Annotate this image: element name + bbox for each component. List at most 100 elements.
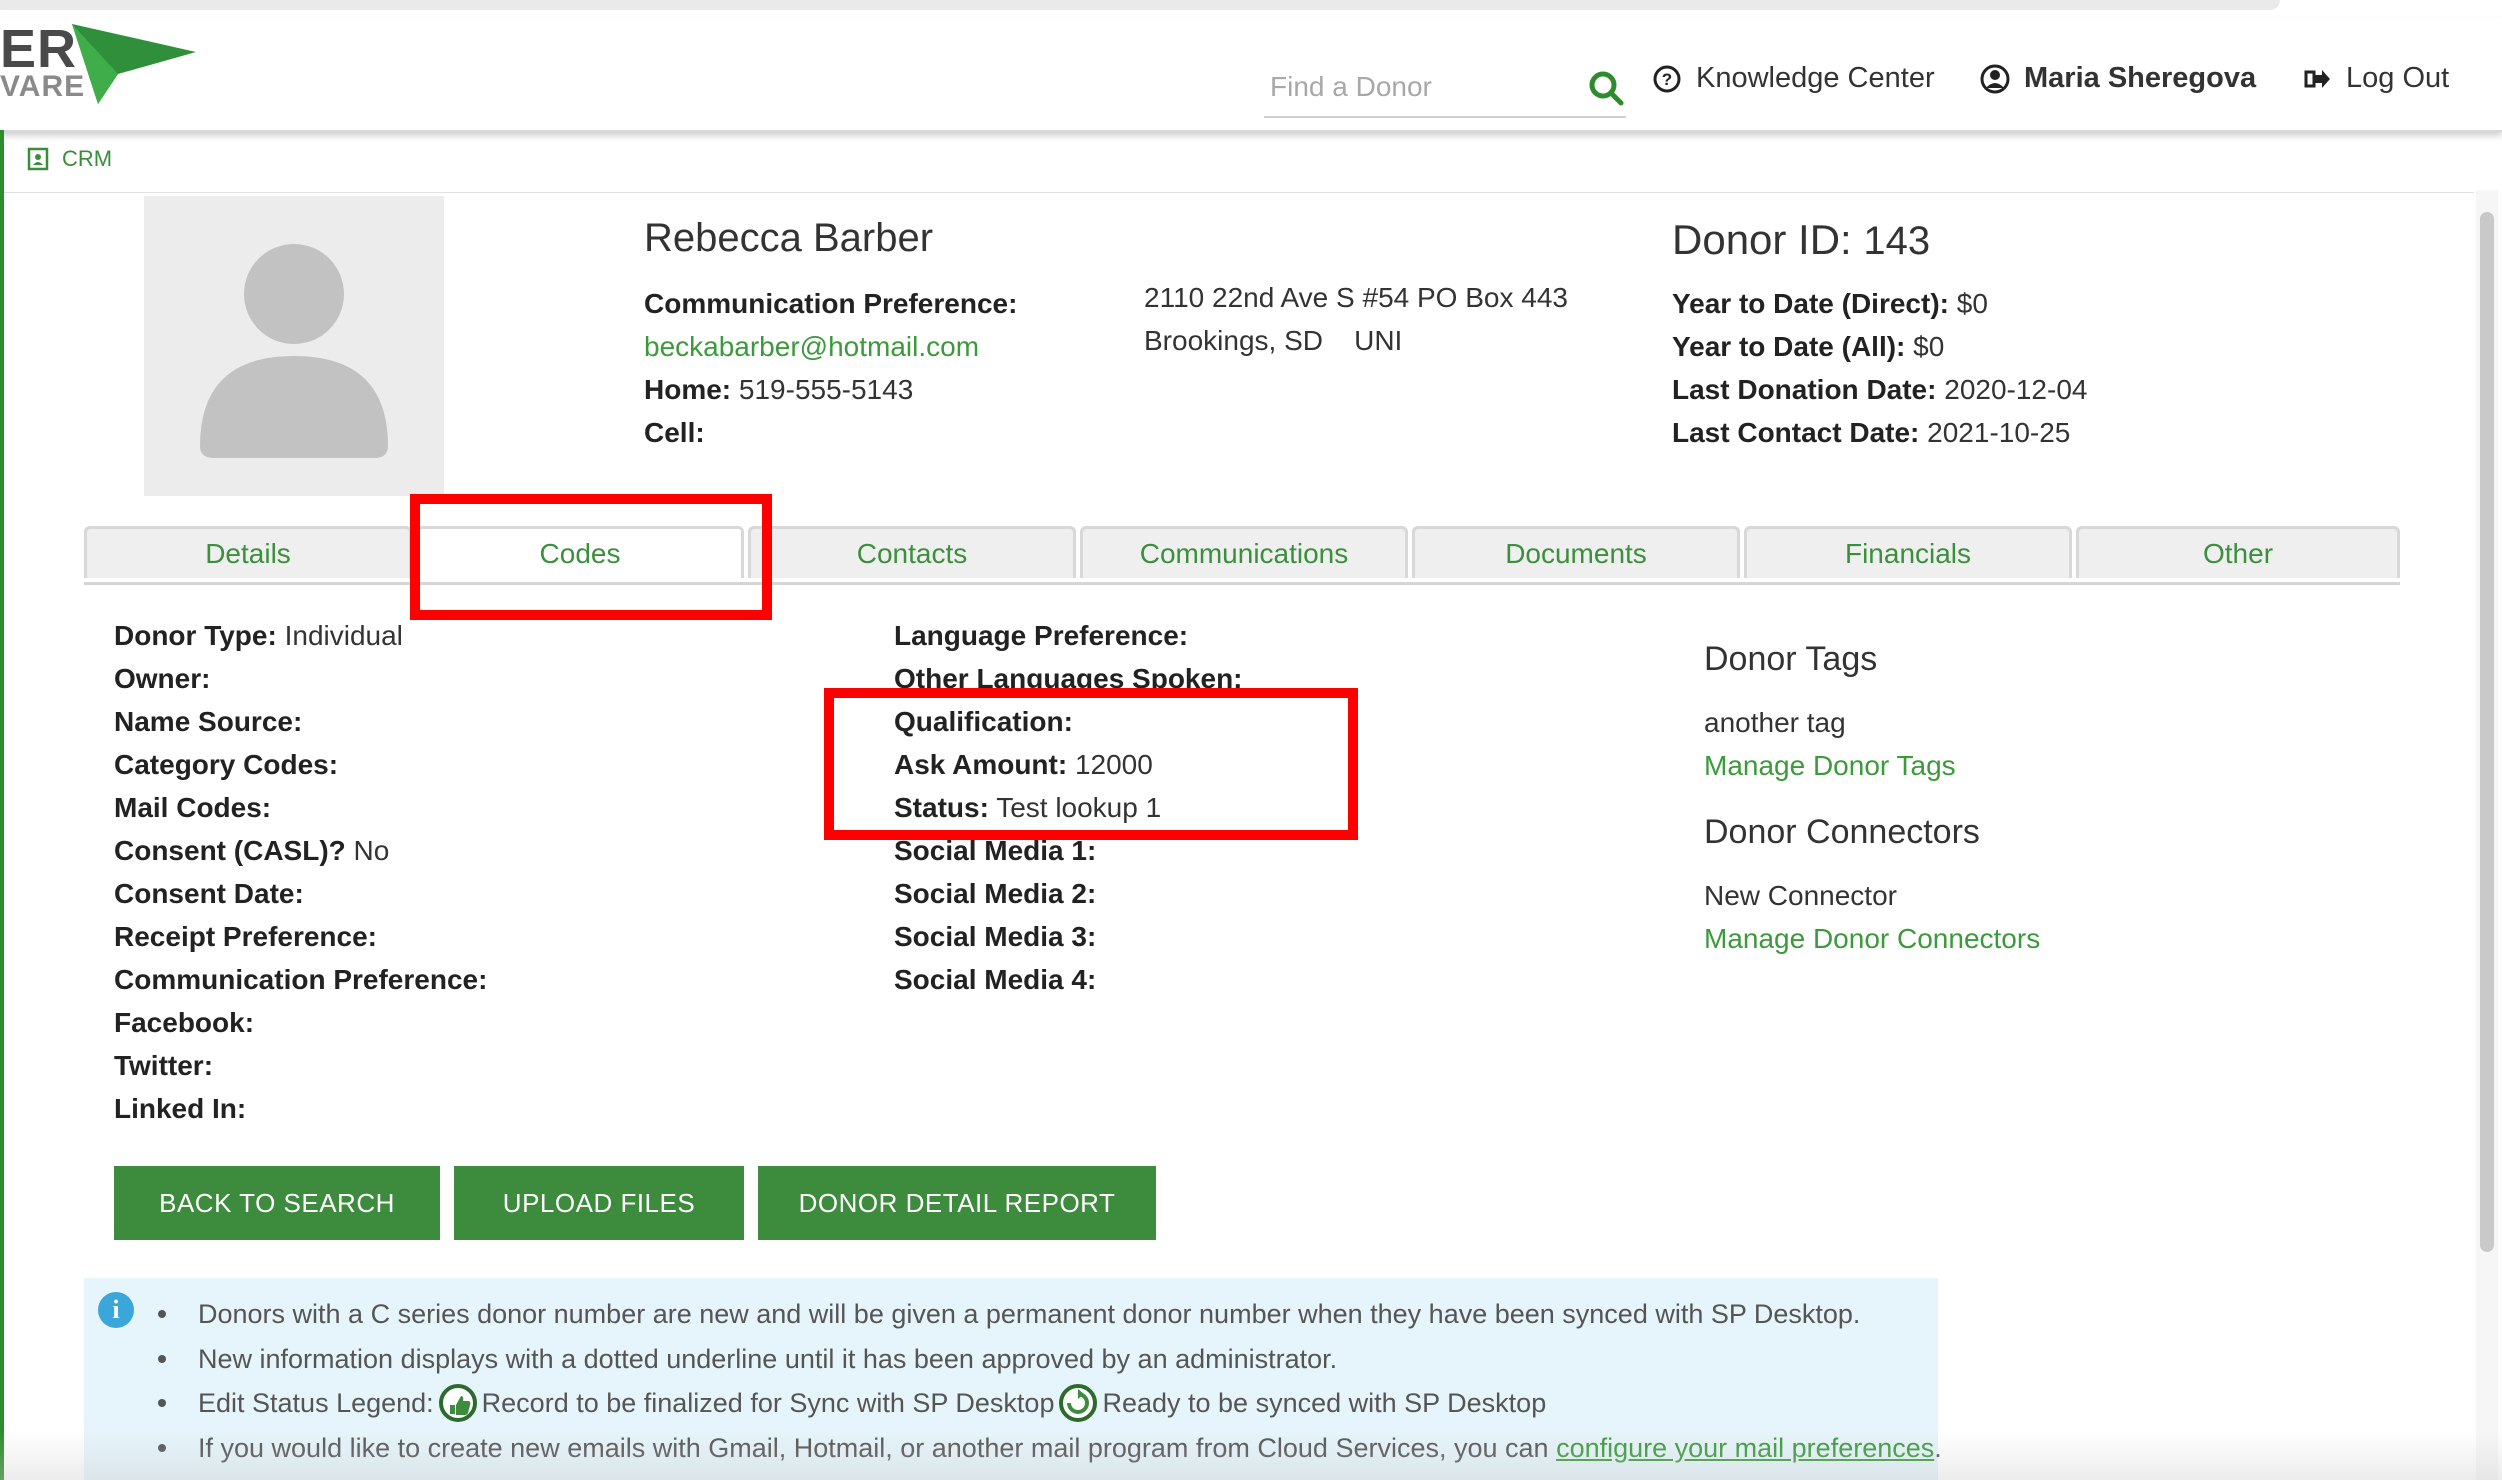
field-name-source: Name Source: xyxy=(114,700,487,743)
field-mail-codes: Mail Codes: xyxy=(114,786,487,829)
contact-card-icon xyxy=(27,147,49,171)
browser-scroll-strip xyxy=(0,0,2280,10)
field-twitter: Twitter: xyxy=(114,1044,487,1087)
search-input[interactable] xyxy=(1268,64,1572,110)
tab-other[interactable]: Other xyxy=(2076,526,2400,578)
field-social-media-2: Social Media 2: xyxy=(894,872,1243,915)
donor-email-link[interactable]: beckabarber@hotmail.com xyxy=(644,331,979,362)
left-accent-rule xyxy=(0,130,4,1480)
qualification-highlight xyxy=(824,688,1358,840)
field-label: Social Media 2: xyxy=(894,878,1097,909)
ytd-all-value: $0 xyxy=(1913,331,1945,362)
field-label: Communication Preference: xyxy=(114,964,488,995)
field-owner: Owner: xyxy=(114,657,487,700)
donor-tags-list: another tag Manage Donor Tags xyxy=(1704,701,1956,787)
bullet xyxy=(158,1354,166,1363)
info-text: Record to be finalized for Sync with SP … xyxy=(481,1388,1055,1418)
address-line1: 2110 22nd Ave S #54 PO Box 443 xyxy=(1144,282,1568,313)
user-menu[interactable]: Maria Sheregova xyxy=(1980,62,2256,95)
donor-search xyxy=(1264,60,1626,118)
breadcrumb-divider xyxy=(4,192,2474,193)
breadcrumb[interactable]: CRM xyxy=(26,146,112,172)
field-communication-preference: Communication Preference: xyxy=(114,958,487,1001)
donor-connector-item: New Connector xyxy=(1704,880,1897,911)
field-label: Language Preference: xyxy=(894,620,1189,651)
search-icon[interactable] xyxy=(1586,68,1626,108)
help-circle-icon: ? xyxy=(1653,65,1681,92)
svg-text:?: ? xyxy=(1662,70,1672,89)
ytd-all-label: Year to Date (All): xyxy=(1672,331,1906,362)
field-label: Mail Codes: xyxy=(114,792,272,823)
info-item: New information displays with a dotted u… xyxy=(150,1337,1942,1382)
field-facebook: Facebook: xyxy=(114,1001,487,1044)
tab-documents-label: Documents xyxy=(1505,537,1647,569)
field-value: No xyxy=(353,835,390,866)
tab-other-label: Other xyxy=(2202,537,2274,569)
field-label: Consent (CASL)? xyxy=(114,835,346,866)
tab-documents[interactable]: Documents xyxy=(1412,526,1740,578)
logout-link[interactable]: Log Out xyxy=(2302,62,2449,95)
donor-id-heading: Donor ID: 143 xyxy=(1672,216,1930,264)
manage-donor-connectors-link[interactable]: Manage Donor Connectors xyxy=(1704,917,2040,960)
field-value: Individual xyxy=(284,620,403,651)
info-item: Donors with a C series donor number are … xyxy=(150,1292,1942,1337)
field-label: Donor Type: xyxy=(114,620,277,651)
tab-contacts[interactable]: Contacts xyxy=(748,526,1076,578)
field-social-media-3: Social Media 3: xyxy=(894,915,1243,958)
bullet xyxy=(158,1399,166,1408)
info-list: Donors with a C series donor number are … xyxy=(150,1292,1942,1470)
logo-text-line1: ER xyxy=(0,19,78,79)
avatar xyxy=(144,196,444,496)
address-city: Brookings, SD xyxy=(1144,325,1323,356)
info-text: Ready to be synced with SP Desktop xyxy=(1102,1388,1547,1418)
field-label: Consent Date: xyxy=(114,878,304,909)
donor-id-label: Donor ID: xyxy=(1672,216,1852,263)
field-label: Twitter: xyxy=(114,1050,214,1081)
donor-name: Rebecca Barber xyxy=(644,216,934,260)
info-item: If you would like to create new emails w… xyxy=(150,1426,1942,1471)
field-label: Social Media 4: xyxy=(894,964,1097,995)
manage-donor-tags-link[interactable]: Manage Donor Tags xyxy=(1704,744,1956,787)
donor-tags-heading: Donor Tags xyxy=(1704,640,1878,678)
donor-detail-report-button[interactable]: DONOR DETAIL REPORT xyxy=(758,1166,1156,1240)
field-social-media-4: Social Media 4: xyxy=(894,958,1243,1001)
left-field-list: Donor Type: Individual Owner: Name Sourc… xyxy=(114,614,487,1130)
cell-label: Cell: xyxy=(644,417,705,448)
info-item: Edit Status Legend: Record to be finaliz… xyxy=(150,1381,1942,1426)
knowledge-center-label: Knowledge Center xyxy=(1696,62,1935,94)
knowledge-center-link[interactable]: ? Knowledge Center xyxy=(1652,62,1935,95)
bullet xyxy=(158,1310,166,1319)
last-contact-value: 2021-10-25 xyxy=(1927,417,2071,448)
info-text: If you would like to create new emails w… xyxy=(198,1432,1549,1463)
scrollbar-thumb[interactable] xyxy=(2480,212,2494,1252)
logo-flag-icon xyxy=(72,24,196,104)
field-label: Linked In: xyxy=(114,1093,247,1124)
field-donor-type: Donor Type: Individual xyxy=(114,614,487,657)
tab-communications-label: Communications xyxy=(1139,537,1349,569)
donor-summary: Year to Date (Direct): $0 Year to Date (… xyxy=(1672,282,2087,454)
mail-preferences-link[interactable]: configure your mail preferences xyxy=(1556,1426,1934,1471)
info-icon: i xyxy=(98,1292,134,1328)
tab-details[interactable]: Details xyxy=(84,526,412,578)
info-text: Donors with a C series donor number are … xyxy=(198,1299,1861,1329)
ytd-direct-value: $0 xyxy=(1956,288,1988,319)
user-circle-icon xyxy=(1980,64,2010,93)
field-consent-casl: Consent (CASL)? No xyxy=(114,829,487,872)
field-label: Social Media 3: xyxy=(894,921,1097,952)
field-language-preference: Language Preference: xyxy=(894,614,1243,657)
tab-communications[interactable]: Communications xyxy=(1080,526,1408,578)
user-silhouette-icon xyxy=(200,244,388,458)
tab-financials[interactable]: Financials xyxy=(1744,526,2072,578)
logout-icon xyxy=(2304,69,2330,88)
info-text: New information displays with a dotted u… xyxy=(198,1343,1338,1374)
field-label: Receipt Preference: xyxy=(114,921,378,952)
last-contact-label: Last Contact Date: xyxy=(1672,417,1920,448)
field-linked-in: Linked In: xyxy=(114,1087,487,1130)
back-to-search-button[interactable]: BACK TO SEARCH xyxy=(114,1166,440,1240)
donor-id-value: 143 xyxy=(1863,219,1931,263)
donor-connectors-heading: Donor Connectors xyxy=(1704,813,1980,851)
bullet xyxy=(158,1443,166,1452)
tab-contacts-label: Contacts xyxy=(856,537,968,569)
field-receipt-preference: Receipt Preference: xyxy=(114,915,487,958)
upload-files-button[interactable]: UPLOAD FILES xyxy=(454,1166,744,1240)
